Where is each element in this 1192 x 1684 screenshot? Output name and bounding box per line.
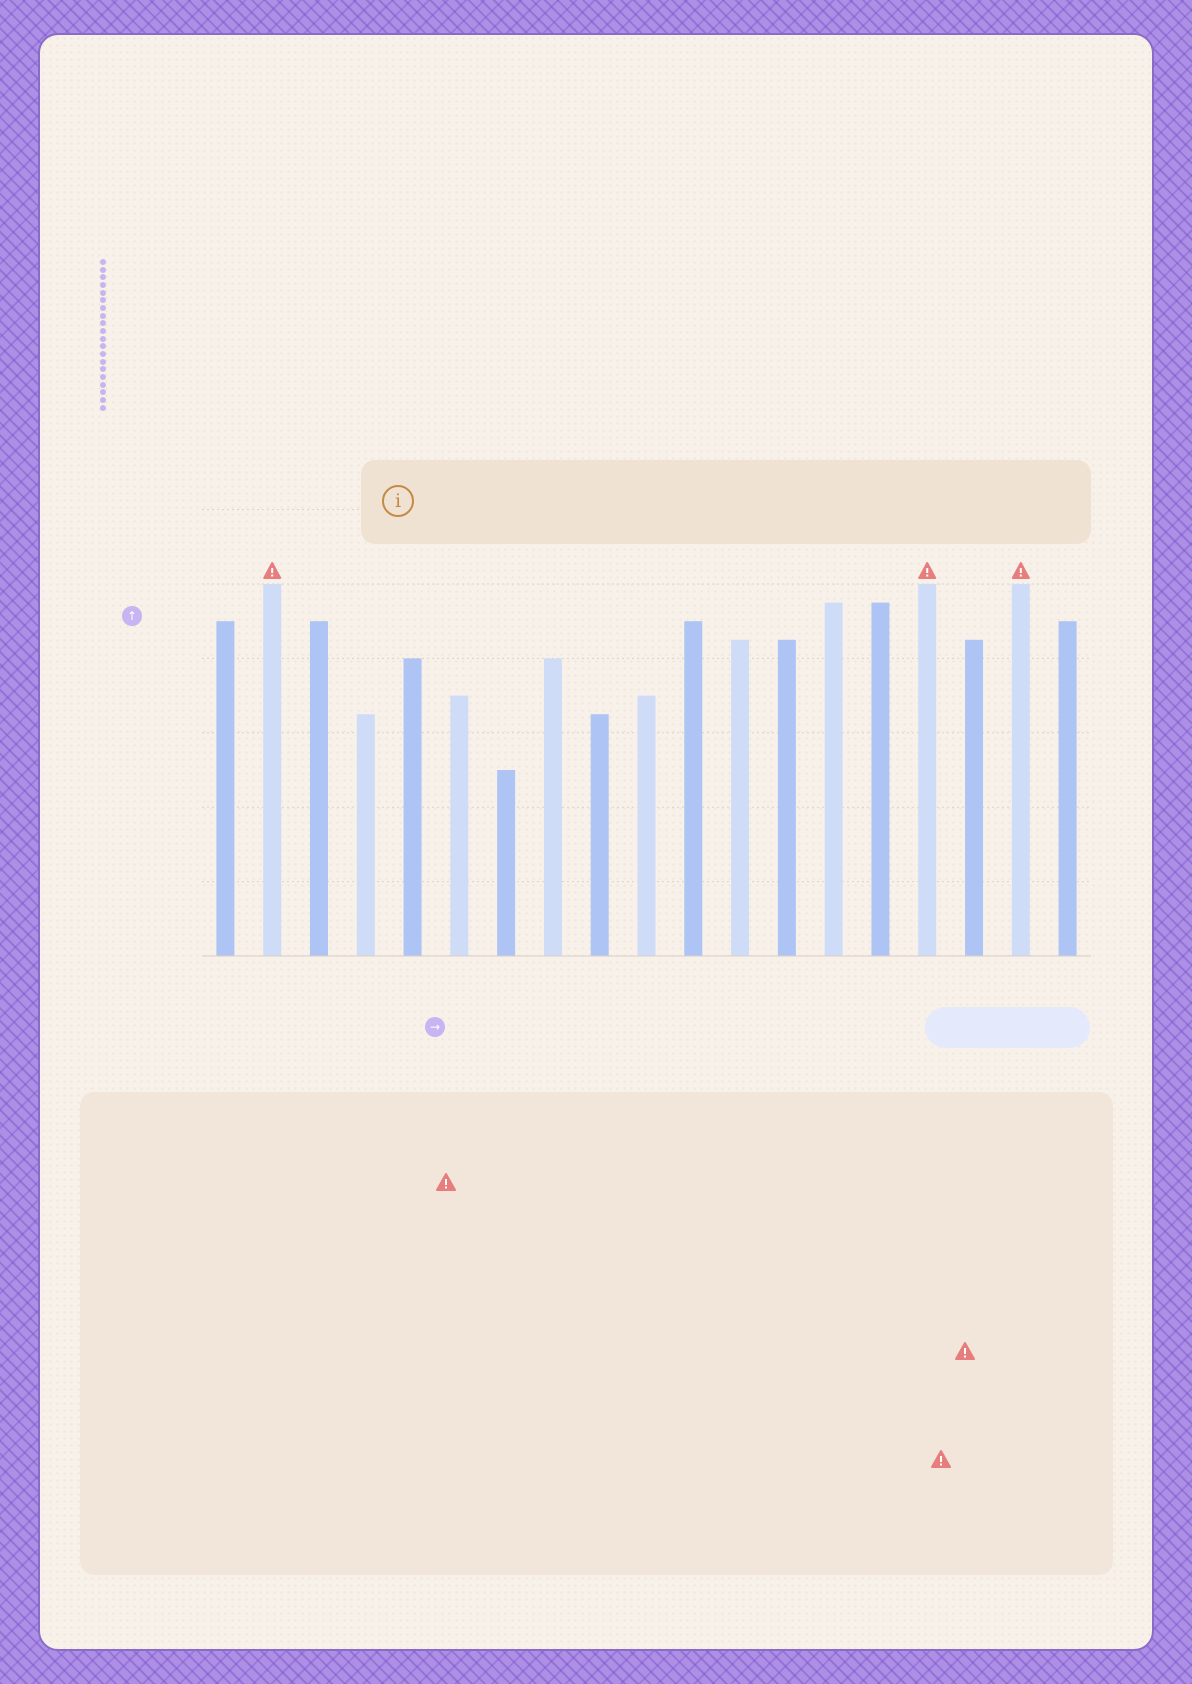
warning-triangle-icon [955,1342,975,1360]
warning-marker-17 [1011,562,1030,579]
notes-panel [80,1092,1113,1575]
bar-12 [777,639,796,956]
bar-14 [871,602,890,956]
bar-10 [684,621,703,956]
bar-11 [731,639,750,956]
bar-5 [450,695,469,956]
warning-marker-1 [263,562,282,579]
arrow-right-icon: → [425,1017,445,1037]
warning-marker-15 [918,562,937,579]
info-callout: i [361,460,1091,544]
bar-0 [216,621,235,956]
bar-13 [824,602,843,956]
bar-1 [263,584,282,956]
chart-bars [216,584,1077,956]
bar-17 [1011,584,1030,956]
bar-18 [1058,621,1077,956]
chart-warning-markers [263,562,1030,579]
warning-triangle-icon [931,1450,951,1468]
bar-4 [403,658,422,956]
bar-3 [356,714,375,956]
bar-9 [637,695,656,956]
action-pill-button[interactable] [925,1007,1090,1048]
bar-15 [918,584,937,956]
info-icon: i [382,485,414,517]
bar-2 [309,621,328,956]
bar-8 [590,714,609,956]
bar-16 [965,639,984,956]
warning-triangle-icon [436,1173,456,1191]
bar-7 [543,658,562,956]
bar-6 [497,770,516,956]
